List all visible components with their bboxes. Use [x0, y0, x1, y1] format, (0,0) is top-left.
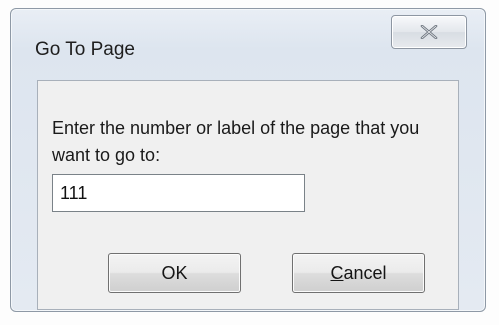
- cancel-button[interactable]: Cancel: [292, 253, 425, 293]
- close-button[interactable]: [391, 15, 467, 49]
- ok-button[interactable]: OK: [108, 253, 241, 293]
- cancel-accelerator: C: [330, 263, 344, 283]
- page-number-input[interactable]: [52, 174, 305, 212]
- title-bar[interactable]: Go To Page: [11, 9, 485, 79]
- window-frame: Go To Page Enter the number or label of …: [10, 8, 486, 312]
- go-to-page-dialog: Go To Page Enter the number or label of …: [0, 0, 499, 325]
- cancel-label: ancel: [343, 263, 387, 283]
- close-icon: [420, 25, 438, 39]
- dialog-body: Enter the number or label of the page th…: [37, 80, 459, 310]
- window-title: Go To Page: [35, 39, 136, 60]
- prompt-label: Enter the number or label of the page th…: [52, 118, 420, 165]
